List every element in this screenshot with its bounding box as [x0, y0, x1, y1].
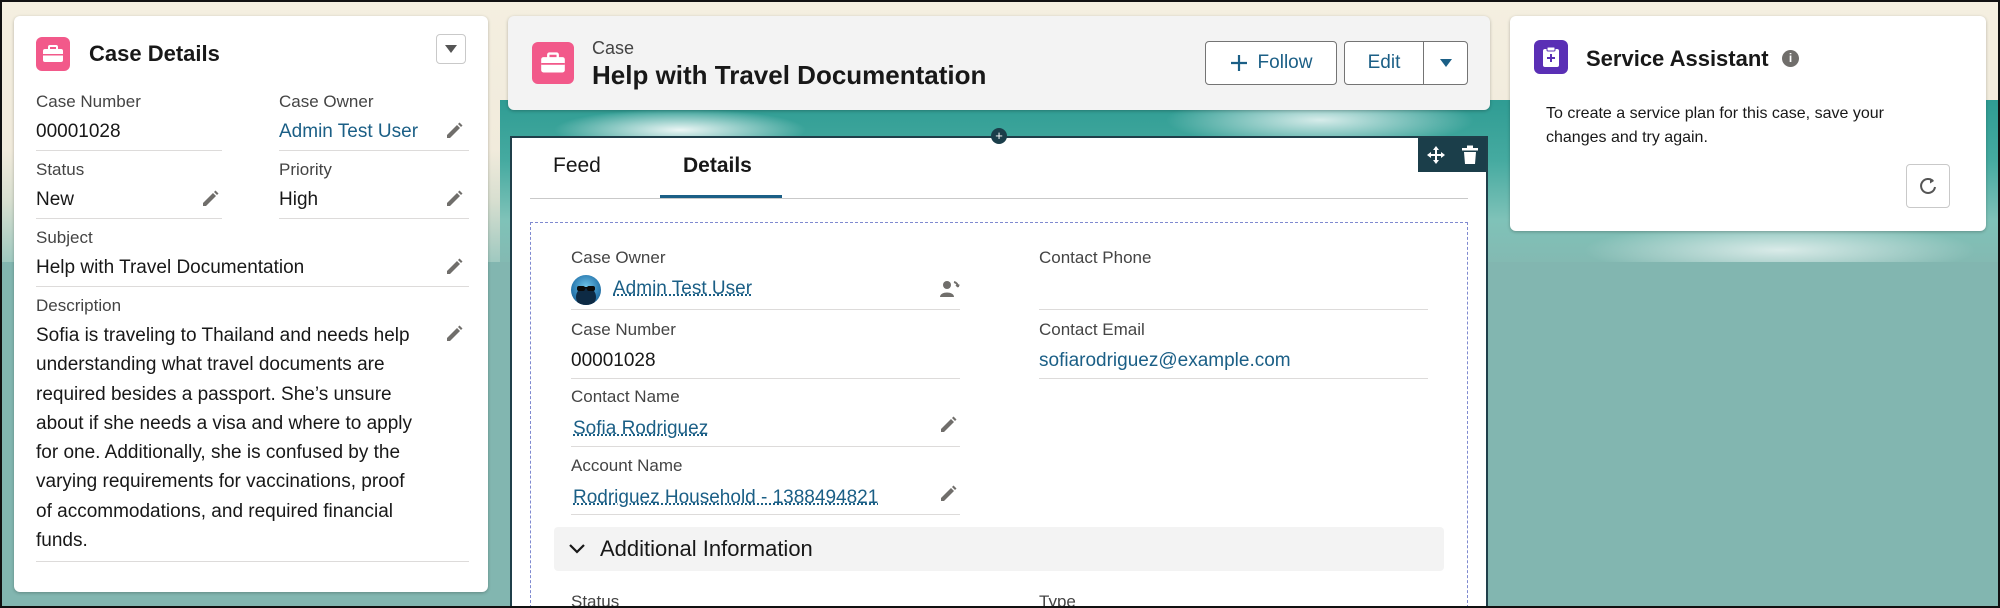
divider [36, 150, 222, 151]
divider [571, 446, 960, 447]
description-line: understanding what travel documents are [36, 354, 385, 376]
move-icon[interactable] [1426, 145, 1446, 165]
case-number-value: 00001028 [571, 350, 656, 371]
description-line: about if she needs a visa and where to a… [36, 412, 413, 434]
page-title: Help with Travel Documentation [592, 60, 987, 90]
description-line: funds. [36, 530, 88, 552]
description-line: Sofia is traveling to Thailand and needs… [36, 325, 410, 346]
edit-pencil-icon[interactable] [200, 189, 220, 209]
clipboard-icon [1534, 40, 1568, 74]
status-value: New [36, 189, 75, 210]
message-line: To create a service plan for this case, … [1546, 105, 1884, 122]
priority-value: High [279, 189, 319, 210]
briefcase-icon [36, 37, 70, 71]
case-details-header: Case Details [36, 34, 220, 74]
divider [571, 514, 960, 515]
record-header: Case Help with Travel Documentation Foll… [508, 16, 1490, 110]
follow-label: Follow [1257, 52, 1313, 73]
divider [1039, 378, 1428, 379]
description-text: Sofia is traveling to Thailand and needs… [36, 321, 466, 555]
case-number-value: 00001028 [36, 121, 121, 142]
avatar [571, 275, 601, 305]
tab-feed[interactable]: Feed [553, 154, 601, 178]
contact-email-link[interactable]: sofiarodriguez@example.com [1039, 350, 1291, 372]
edit-pencil-icon[interactable] [444, 324, 464, 344]
follow-button[interactable]: Follow [1205, 41, 1337, 85]
tabs-divider [530, 198, 1468, 199]
additional-information-section-toggle[interactable]: Additional Information [554, 527, 1444, 571]
divider [571, 309, 960, 310]
description-line: required besides a passport. She’s unsur… [36, 383, 392, 405]
account-name-label: Account Name [571, 456, 683, 475]
description-line: of accommodations, and required financia… [36, 500, 393, 522]
section-title: Additional Information [600, 536, 813, 561]
edit-pencil-icon[interactable] [938, 415, 958, 435]
case-details-card: Case Details Case Number 00001028 Case O… [14, 16, 488, 592]
refresh-icon [1920, 178, 1936, 194]
edit-pencil-icon[interactable] [444, 257, 464, 277]
chevron-down-icon [1439, 59, 1452, 67]
subject-label: Subject [36, 228, 93, 247]
change-owner-icon[interactable] [938, 278, 960, 300]
edit-pencil-icon[interactable] [444, 189, 464, 209]
description-label: Description [36, 296, 122, 315]
edit-pencil-icon[interactable] [938, 484, 958, 504]
refresh-button[interactable] [1906, 164, 1950, 208]
case-details-menu-button[interactable] [436, 34, 466, 64]
status-label: Status [571, 592, 620, 608]
status-label: Status [36, 160, 85, 179]
object-label: Case [592, 38, 635, 58]
active-tab-indicator [660, 195, 782, 198]
subject-value: Help with Travel Documentation [36, 257, 305, 278]
case-details-title: Case Details [89, 41, 220, 66]
contact-email-label: Contact Email [1039, 320, 1145, 339]
info-icon[interactable]: i [1782, 50, 1799, 67]
divider [36, 561, 469, 562]
divider [1039, 309, 1428, 310]
case-owner-label: Case Owner [571, 248, 666, 267]
plus-icon [1230, 55, 1247, 71]
description-line: for one. Additionally, she is confused b… [36, 442, 401, 464]
divider [279, 150, 469, 151]
divider [36, 218, 222, 219]
more-actions-button[interactable] [1423, 41, 1468, 85]
divider [279, 218, 469, 219]
edit-label: Edit [1367, 52, 1401, 73]
edit-button[interactable]: Edit [1344, 41, 1424, 85]
add-component-icon[interactable]: + [991, 128, 1007, 144]
contact-phone-label: Contact Phone [1039, 248, 1152, 267]
case-number-label: Case Number [571, 320, 676, 339]
message-line: changes and try again. [1546, 129, 1708, 146]
contact-name-link[interactable]: Sofia Rodriguez [573, 418, 708, 440]
case-owner-label: Case Owner [279, 92, 374, 111]
tab-details[interactable]: Details [683, 154, 752, 178]
edit-pencil-icon[interactable] [444, 121, 464, 141]
briefcase-icon [532, 42, 574, 84]
service-assistant-title: Service Assistant [1586, 46, 1769, 71]
chevron-down-icon [569, 544, 585, 554]
contact-name-label: Contact Name [571, 387, 680, 406]
case-owner-link[interactable]: Admin Test User [279, 121, 418, 143]
description-line: varying requirements for vaccinations, p… [36, 471, 405, 493]
service-assistant-message: To create a service plan for this case, … [1546, 102, 1946, 150]
case-owner-link[interactable]: Admin Test User [613, 278, 752, 300]
component-toolbar [1418, 138, 1486, 172]
chevron-down-icon [445, 45, 457, 53]
type-label: Type [1039, 592, 1076, 608]
divider [571, 378, 960, 379]
divider [36, 286, 469, 287]
account-name-link[interactable]: Rodriguez Household - 1388494821 [573, 487, 878, 509]
trash-icon[interactable] [1461, 145, 1479, 165]
case-number-label: Case Number [36, 92, 141, 111]
priority-label: Priority [279, 160, 332, 179]
service-assistant-card: Service Assistant i To create a service … [1510, 16, 1986, 231]
